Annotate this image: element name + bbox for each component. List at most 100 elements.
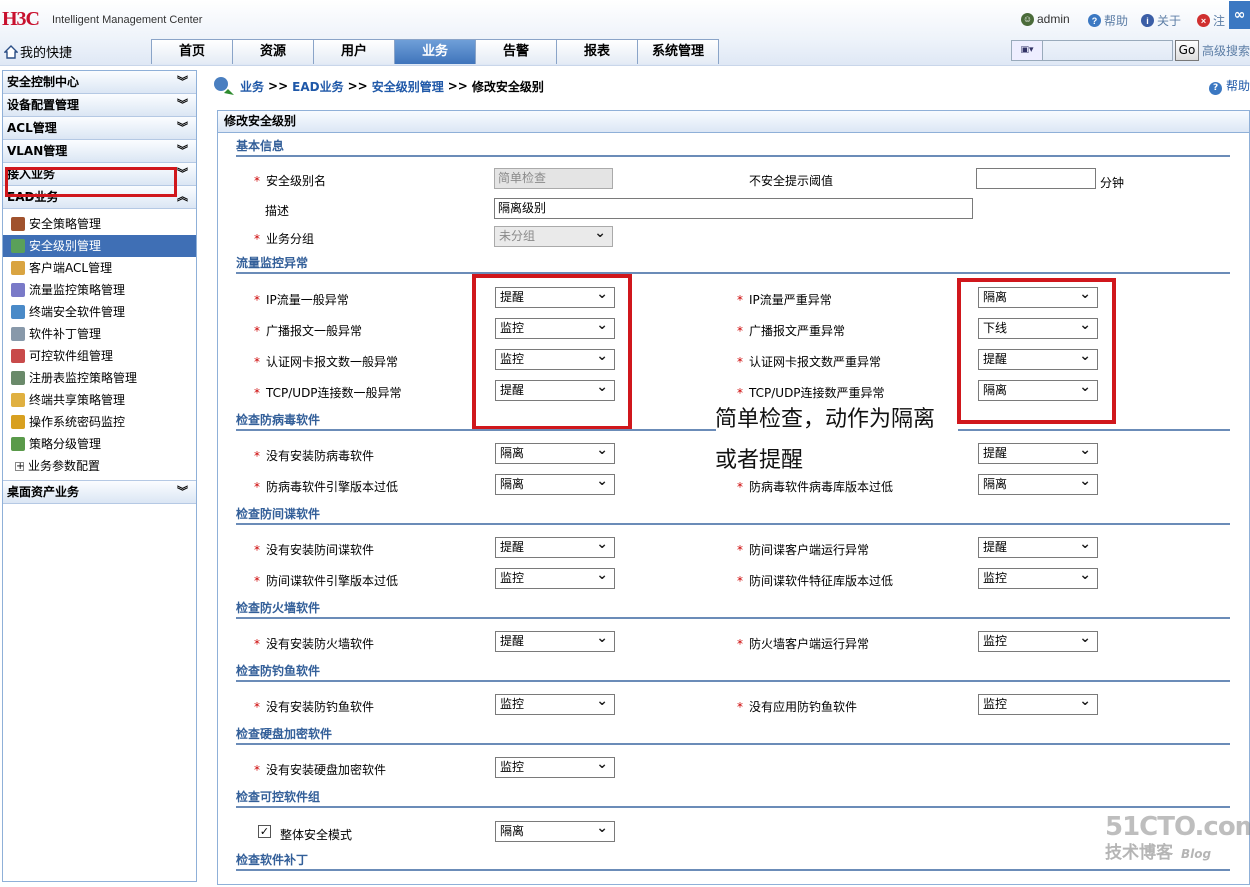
sidebar-item-traffic-policy[interactable]: 流量监控策略管理: [3, 279, 196, 301]
help-icon: ?: [1209, 81, 1223, 95]
tab-home[interactable]: 首页: [152, 39, 233, 64]
tab-system[interactable]: 系统管理: [638, 39, 719, 64]
traffic-right-select-3[interactable]: 隔离: [978, 378, 1098, 401]
traffic-right-label-0: * IP流量严重异常: [737, 293, 832, 307]
sidebar-section-acl[interactable]: ACL管理 ︾: [3, 117, 196, 140]
description-input[interactable]: 隔离级别: [494, 198, 973, 219]
label-text: 防病毒软件引擎版本过低: [266, 480, 399, 494]
antivirus-right-select-1[interactable]: 隔离: [978, 472, 1098, 495]
antispy-left-select-0[interactable]: 提醒: [495, 535, 615, 558]
level-name-field: 简单检查: [494, 168, 613, 189]
section-label: 设备配置管理: [7, 98, 80, 112]
breadcrumb-current: 修改安全级别: [471, 79, 544, 94]
sidebar-item-registry[interactable]: 注册表监控策略管理: [3, 367, 196, 389]
sidebar-item-controlled-software[interactable]: 可控软件组管理: [3, 345, 196, 367]
search-scope-dropdown[interactable]: ▣▾: [1011, 40, 1043, 61]
help-link[interactable]: ? 帮助: [1088, 12, 1128, 29]
label-text: 防间谍客户端运行异常: [749, 543, 870, 557]
desc-label: 描述: [265, 204, 290, 218]
sidebar-item-service-params[interactable]: + 业务参数配置: [3, 455, 196, 477]
antispy-left-select-1[interactable]: 监控: [495, 566, 615, 589]
firewall-right-select[interactable]: 监控: [978, 629, 1098, 652]
sidebar-item-patch[interactable]: 软件补丁管理: [3, 323, 196, 345]
antivirus-left-select-1[interactable]: 隔离: [495, 472, 615, 495]
diskenc-left-label: * 没有安装硬盘加密软件: [254, 763, 387, 777]
overall-safe-mode-checkbox[interactable]: ✓: [258, 825, 271, 838]
antispy-right-select-0[interactable]: 提醒: [978, 535, 1098, 558]
about-link[interactable]: i 关于: [1141, 12, 1181, 29]
overall-safe-mode-select[interactable]: 隔离: [495, 819, 615, 842]
chevron-down-icon: ︾: [177, 144, 188, 157]
go-button[interactable]: Go: [1174, 40, 1199, 61]
traffic-left-select-3[interactable]: 提醒: [495, 378, 615, 401]
breadcrumb-service[interactable]: 业务: [240, 78, 264, 95]
tab-user[interactable]: 用户: [314, 39, 395, 64]
breadcrumb: 业务 >> EAD业务 >> 安全级别管理 >> 修改安全级别 ? 帮助: [212, 74, 1250, 98]
home-icon: [4, 44, 18, 59]
sidebar: 安全控制中心 ︾ 设备配置管理 ︾ ACL管理 ︾ VLAN管理 ︾ 接入业务 ︾ EAD…: [2, 70, 197, 882]
traffic-left-label-0: * IP流量一般异常: [254, 293, 349, 307]
sidebar-item-share-policy[interactable]: 终端共享策略管理: [3, 389, 196, 411]
firewall-left-select[interactable]: 提醒: [495, 629, 615, 652]
logout-label: 注: [1213, 14, 1226, 28]
label-text: 没有安装防病毒软件: [266, 449, 375, 463]
traffic-right-select-1[interactable]: 下线: [978, 316, 1098, 339]
traffic-right-select-2[interactable]: 提醒: [978, 347, 1098, 370]
sidebar-section-vlan[interactable]: VLAN管理 ︾: [3, 140, 196, 163]
traffic-icon: [11, 283, 25, 297]
sidebar-item-security-policy[interactable]: 安全策略管理: [3, 213, 196, 235]
threshold-input[interactable]: [976, 168, 1096, 189]
sidebar-section-security-center[interactable]: 安全控制中心 ︾: [3, 71, 196, 94]
label-text: 认证网卡报文数严重异常: [749, 355, 882, 369]
antiphishing-left-select[interactable]: 监控: [495, 692, 615, 715]
antispy-right-select-1[interactable]: 监控: [978, 566, 1098, 589]
sidebar-item-terminal-software[interactable]: 终端安全软件管理: [3, 301, 196, 323]
traffic-left-select-2[interactable]: 监控: [495, 347, 615, 370]
section-antispy: 检查防间谍软件: [236, 505, 1230, 525]
sidebar-section-device-config[interactable]: 设备配置管理 ︾: [3, 94, 196, 117]
expand-plus-icon: +: [15, 460, 25, 472]
item-label: 安全级别管理: [29, 239, 102, 253]
quick-label: 我的快捷: [20, 46, 73, 61]
sidebar-item-policy-grading[interactable]: 策略分级管理: [3, 433, 196, 455]
tab-resource[interactable]: 资源: [233, 39, 314, 64]
sidebar-item-os-password[interactable]: 操作系统密码监控: [3, 411, 196, 433]
main-menu: 首页 资源 用户 业务 告警 报表 系统管理: [151, 39, 719, 64]
site-watermark: 51CTO.com 技术博客 Blog: [1105, 812, 1250, 872]
ead-item-list: 安全策略管理 安全级别管理 客户端ACL管理 流量监控策略管理 终端安全软件管理…: [3, 209, 196, 481]
user-link[interactable]: ☺ admin: [1021, 12, 1070, 26]
item-label: 流量监控策略管理: [29, 283, 126, 297]
search-input[interactable]: [1043, 40, 1173, 61]
advanced-search-link[interactable]: 高级搜索: [1202, 42, 1250, 59]
sidebar-item-client-acl[interactable]: 客户端ACL管理: [3, 257, 196, 279]
tab-alarm[interactable]: 告警: [476, 39, 557, 64]
traffic-right-select-0[interactable]: 隔离: [978, 285, 1098, 308]
link-icon[interactable]: ∞: [1229, 1, 1250, 29]
threshold-label: 不安全提示阈值: [749, 174, 834, 188]
label-text: 没有应用防钓鱼软件: [749, 700, 858, 714]
traffic-left-select-0[interactable]: 提醒: [495, 285, 615, 308]
page-help-link[interactable]: ? 帮助: [1209, 77, 1250, 95]
antiphishing-right-select[interactable]: 监控: [978, 692, 1098, 715]
label-text: IP流量严重异常: [749, 293, 832, 307]
section-controlled-software: 检查可控软件组: [236, 788, 1230, 808]
patch-icon: [11, 327, 25, 341]
tab-service[interactable]: 业务: [395, 39, 476, 64]
antiphishing-left-label: * 没有安装防钓鱼软件: [254, 700, 375, 714]
diskenc-left-select[interactable]: 监控: [495, 755, 615, 778]
antivirus-right-select-0[interactable]: 提醒: [978, 441, 1098, 464]
tab-report[interactable]: 报表: [557, 39, 638, 64]
section-label: ACL管理: [7, 121, 57, 135]
breadcrumb-ead[interactable]: EAD业务: [292, 78, 343, 95]
sidebar-item-security-level[interactable]: 安全级别管理: [3, 235, 196, 257]
sidebar-section-desktop-asset[interactable]: 桌面资产业务 ︾: [3, 481, 196, 504]
logout-link[interactable]: × 注: [1197, 12, 1225, 29]
traffic-left-select-1[interactable]: 监控: [495, 316, 615, 339]
sidebar-section-ead[interactable]: EAD业务 ︽: [3, 186, 196, 209]
sidebar-section-access[interactable]: 接入业务 ︾: [3, 163, 196, 186]
antivirus-left-select-0[interactable]: 隔离: [495, 441, 615, 464]
quick-menu[interactable]: 我的快捷: [4, 42, 72, 61]
item-label: 终端安全软件管理: [29, 305, 126, 319]
breadcrumb-level-mgmt[interactable]: 安全级别管理: [372, 78, 444, 95]
breadcrumb-sep: >>: [347, 79, 368, 93]
